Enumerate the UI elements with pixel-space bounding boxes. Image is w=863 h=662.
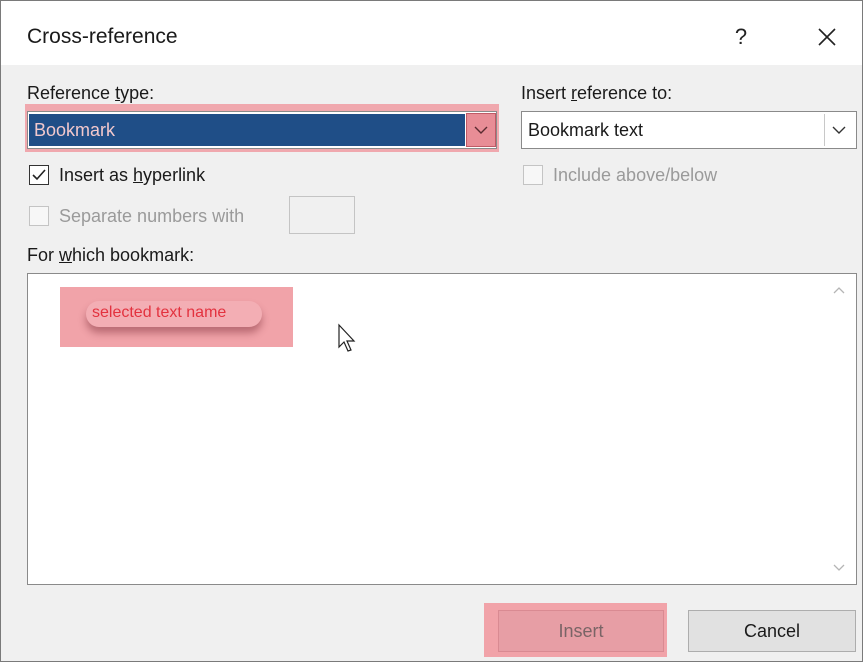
include-above-below-label: Include above/below [553,165,718,185]
annotation-pill: selected text name [86,301,262,327]
reference-type-dropdown-button[interactable] [466,113,496,147]
insert-as-hyperlink-checkbox[interactable] [29,165,49,185]
chevron-down-icon [832,126,846,134]
scroll-up-icon[interactable] [832,284,846,296]
reference-type-label-part: Reference [27,83,116,103]
mouse-cursor-icon [338,323,356,352]
insert-reference-dropdown-button[interactable] [824,114,854,146]
insert-reference-to-value: Bookmark text [528,120,644,140]
insert-reference-label-part: Insert [521,83,572,103]
for-which-label-rest: hich bookmark: [72,245,195,265]
separate-numbers-checkbox[interactable] [29,206,49,226]
reference-type-value: Bookmark [34,120,116,140]
insert-reference-to-label: Insert reference to: [521,83,672,104]
title-bar: Cross-reference ? [1,1,862,65]
insert-reference-to-dropdown[interactable]: Bookmark text [521,111,857,149]
checkmark-icon [32,169,46,181]
insert-reference-label-rest: eference to: [577,83,673,103]
cross-reference-dialog: Cross-reference ? Reference type: Bookma… [0,0,863,662]
for-which-bookmark-label: For which bookmark: [27,245,194,266]
insert-button[interactable]: Insert [498,610,664,652]
separator-input[interactable] [289,196,355,234]
insert-as-hyperlink-label-accel: h [133,165,144,185]
reference-type-selected-value[interactable]: Bookmark [29,114,465,146]
annotation-text: selected text name [92,304,227,321]
reference-type-label: Reference type: [27,83,154,104]
separate-numbers-label: Separate numbers with [59,206,245,226]
insert-as-hyperlink-label-rest: yperlink [143,165,206,185]
dialog-title: Cross-reference [27,25,178,48]
include-above-below-checkbox[interactable] [523,165,543,185]
for-which-label-accel: w [59,245,73,265]
insert-as-hyperlink-label-part: Insert as [59,165,134,185]
close-button[interactable] [807,19,847,55]
help-button[interactable]: ? [721,19,761,55]
scroll-down-icon[interactable] [832,562,846,574]
chevron-down-icon [474,126,488,134]
for-which-label-part: For [27,245,60,265]
reference-type-label-rest: ype: [120,83,155,103]
annotation-selected-text-name: selected text name [60,287,293,347]
cancel-button[interactable]: Cancel [688,610,856,652]
close-icon [818,28,836,46]
insert-as-hyperlink-label[interactable]: Insert as hyperlink [59,165,205,186]
